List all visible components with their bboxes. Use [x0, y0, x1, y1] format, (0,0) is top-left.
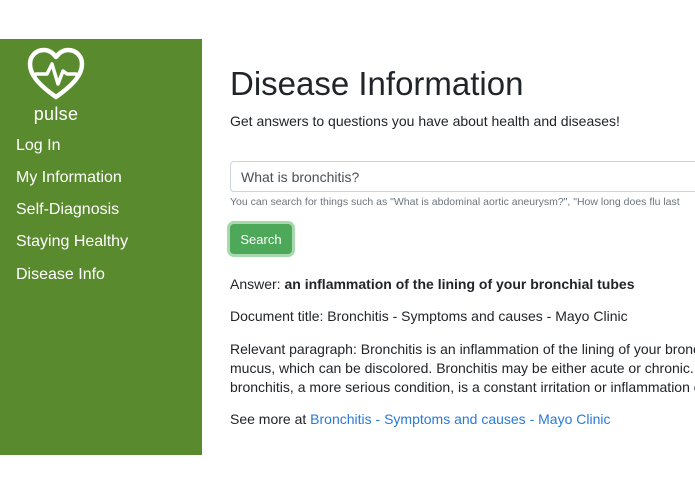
search-input[interactable]: [230, 161, 695, 192]
see-more-label: See more at: [230, 411, 311, 427]
pulse-logo[interactable]: pulse: [27, 47, 87, 127]
document-title: Document title: Bronchitis - Symptoms an…: [230, 308, 628, 324]
relevant-paragraph-line-1: Relevant paragraph: Bronchitis is an inf…: [230, 341, 695, 357]
nav-item-staying-healthy[interactable]: Staying Healthy: [16, 233, 128, 251]
sidebar: pulse Log In My Information Self-Diagnos…: [0, 39, 202, 455]
page-title: Disease Information: [230, 65, 524, 102]
relevant-paragraph-line-2: mucus, which can be discolored. Bronchit…: [230, 360, 695, 376]
main-content: Disease Information Get answers to quest…: [230, 0, 695, 494]
answer-line: Answer: an inflammation of the lining of…: [230, 276, 634, 292]
nav-item-log-in[interactable]: Log In: [16, 137, 60, 155]
search-button[interactable]: Search: [230, 224, 292, 254]
search-hint: You can search for things such as "What …: [230, 196, 680, 208]
nav-item-self-diagnosis[interactable]: Self-Diagnosis: [16, 201, 119, 219]
see-more-line: See more at Bronchitis - Symptoms and ca…: [230, 411, 610, 427]
answer-label: Answer:: [230, 276, 285, 292]
logo-text: pulse: [33, 104, 79, 124]
nav-item-my-information[interactable]: My Information: [16, 169, 122, 187]
source-link[interactable]: Bronchitis - Symptoms and causes - Mayo …: [310, 411, 610, 427]
relevant-paragraph-line-3: bronchitis, a more serious condition, is…: [230, 379, 695, 395]
heart-pulse-icon: [27, 47, 85, 100]
nav-item-disease-info[interactable]: Disease Info: [16, 266, 105, 284]
answer-text: an inflammation of the lining of your br…: [284, 276, 635, 292]
page-subtitle: Get answers to questions you have about …: [230, 113, 620, 129]
